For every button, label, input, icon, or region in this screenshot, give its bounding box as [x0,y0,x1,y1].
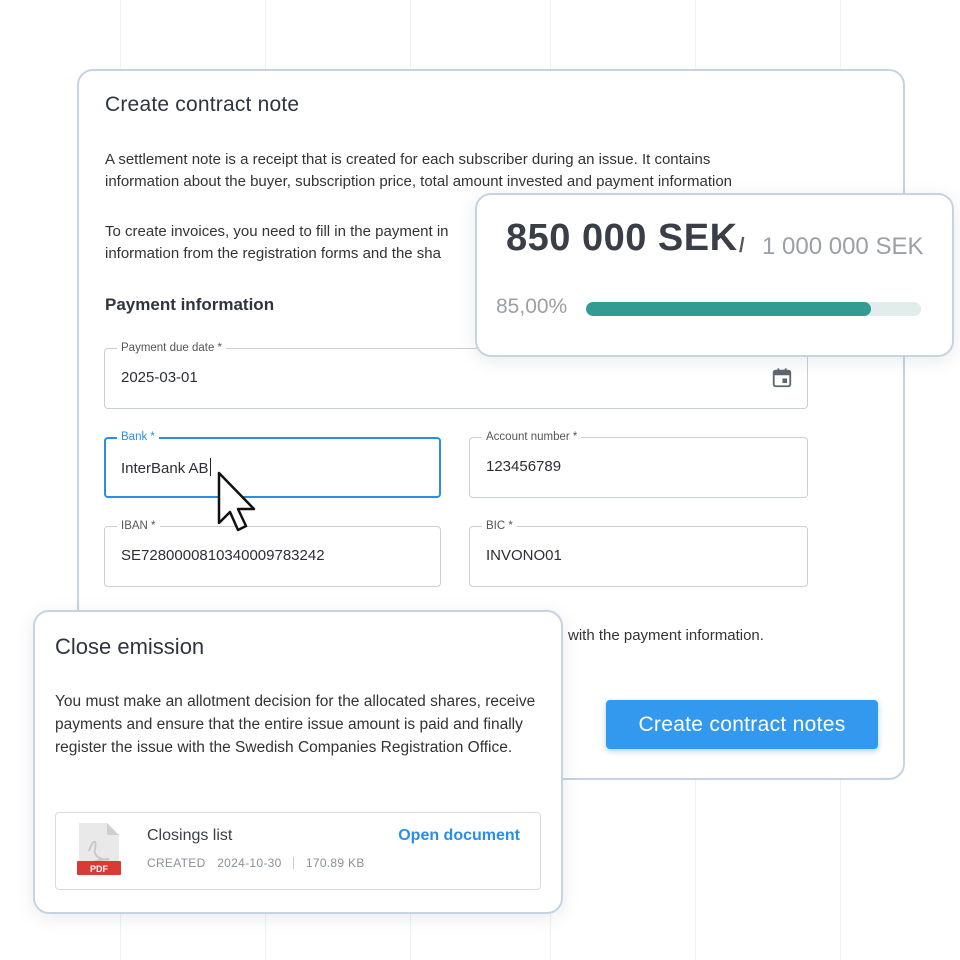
mouse-cursor-icon [217,471,256,532]
trailing-text: with the payment information. [568,627,764,644]
progress-bar-fill [586,302,871,316]
payment-due-date-field[interactable]: Payment due date * 2025-03-01 [104,340,808,409]
progress-percent: 85,00% [496,295,568,318]
funding-progress-card: 850 000 SEK / 1 000 000 SEK 85,00% [475,193,954,357]
open-document-link[interactable]: Open document [398,827,520,845]
field-value: INVONO01 [486,547,562,564]
field-value: SE7280000810340009783242 [121,547,325,564]
document-meta: CREATED 2024-10-30 170.89 KB [147,856,365,870]
field-label: Account number * [482,429,582,445]
field-label: BIC * [482,518,517,534]
close-emission-card: Close emission You must make an allotmen… [33,610,563,914]
amount-separator: / [739,235,745,257]
card-title: Create contract note [105,93,300,116]
document-name: Closings list [147,827,233,844]
bank-field[interactable]: Bank * InterBank AB [104,429,441,498]
field-label: Bank * [117,429,159,445]
file-size: 170.89 KB [305,856,365,870]
description-paragraph: A settlement note is a receipt that is c… [105,151,733,190]
field-value: 123456789 [486,458,562,475]
card-title: Close emission [55,634,205,659]
field-label: Payment due date * [117,340,227,356]
calendar-icon[interactable] [771,367,793,389]
pdf-file-icon: PDF [77,823,121,875]
meta-divider [293,857,295,869]
account-number-field[interactable]: Account number * 123456789 [469,429,808,498]
field-value: InterBank AB [121,458,211,477]
document-item: PDF Closings list CREATED 2024-10-30 170… [55,812,541,890]
field-label: IBAN * [117,518,160,534]
section-title: Payment information [105,295,275,314]
raised-amount: 850 000 SEK [506,217,738,259]
progress-bar [586,302,921,316]
created-label: CREATED [147,856,206,870]
close-emission-description: You must make an allotment decision for … [55,693,536,756]
create-contract-notes-button[interactable]: Create contract notes [606,700,878,749]
created-date: 2024-10-30 [217,856,282,870]
text-caret [209,458,211,476]
bic-field[interactable]: BIC * INVONO01 [469,518,808,587]
target-amount: 1 000 000 SEK [762,233,924,260]
iban-field[interactable]: IBAN * SE7280000810340009783242 [104,518,441,587]
pdf-label: PDF [90,864,109,874]
field-value: 2025-03-01 [121,369,198,386]
